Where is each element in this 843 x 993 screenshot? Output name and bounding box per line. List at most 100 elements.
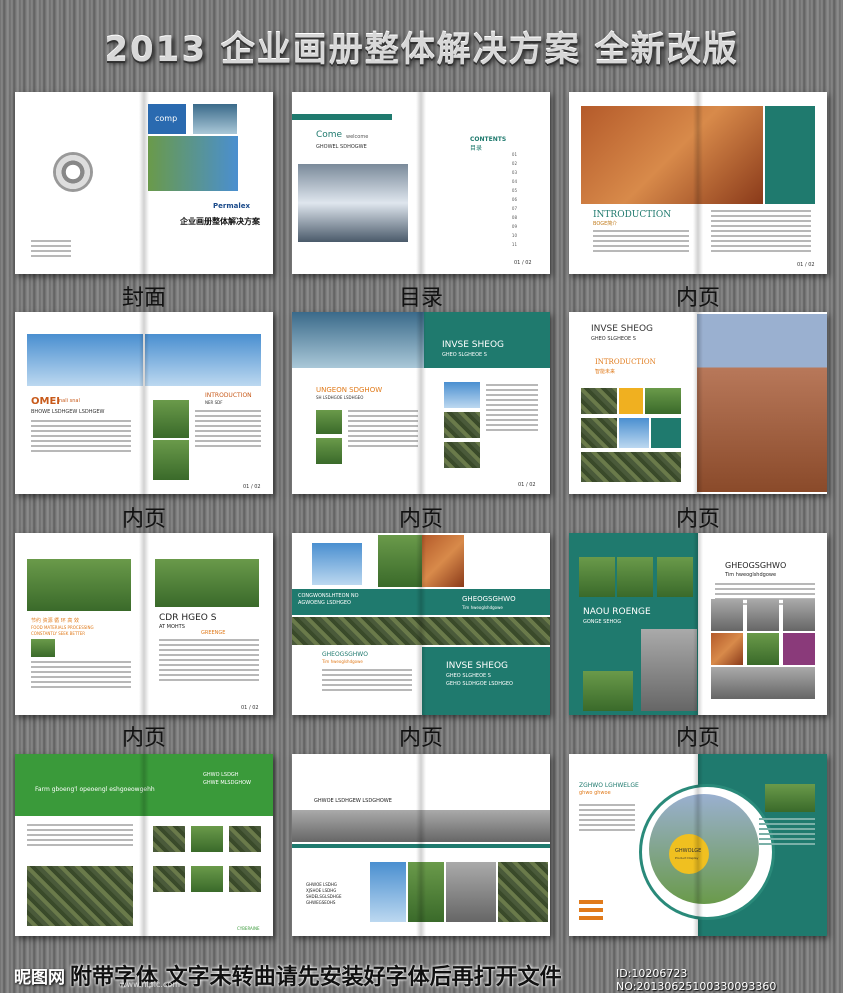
- p6-photo-grid2: [645, 388, 681, 414]
- p4-omei-sub: nali snal: [59, 398, 80, 404]
- p6-h1: INVSE SHEOG: [591, 324, 654, 334]
- p5-h1: INVSE SHEOG: [442, 340, 505, 350]
- toc-come: Come: [316, 130, 343, 140]
- p4-intro-sub: NER SDF: [205, 400, 223, 405]
- p8-h1-sub2: GEHO SLDHGOE LSDHGEO: [446, 681, 513, 687]
- p5-h1-sub: GHEO SLGHEOE S: [442, 352, 487, 358]
- p7-text: [31, 661, 131, 691]
- p4-photo-snowboard: [27, 334, 143, 386]
- p12-h1: ZGHWO LGHWELGE: [579, 782, 639, 789]
- p11-photo-a: [370, 862, 406, 922]
- p11-h2c: SHDELSGLSDHGE: [306, 894, 342, 899]
- p4-photo-small2: [153, 440, 189, 480]
- brochure-page6[interactable]: INVSE SHEOG GHEO SLGHEOE S INTRODUCTION …: [569, 312, 827, 494]
- intro-sub: BOGE简介: [593, 221, 618, 227]
- brochure-page9[interactable]: NAOU ROENGE GONGE SEHOG GHEOGSGHWO Tim h…: [569, 533, 827, 715]
- toc-come-sub: welcome: [346, 134, 369, 140]
- p4-page-number: 01 / 02: [243, 484, 261, 490]
- toc-contents-cn: 目录: [470, 145, 483, 152]
- brochure-cover[interactable]: comp Permalex 企业画册整体解决方案: [15, 92, 273, 274]
- p10-photo-c: [229, 826, 261, 852]
- p9-photo-small: [583, 671, 633, 711]
- caption-inner-7: 内页: [675, 726, 720, 751]
- intro-page-number: 01 / 02: [797, 262, 815, 268]
- brochure-page12[interactable]: GHWOLGE Product Display ZGHWO LGHWELGE g…: [569, 754, 827, 936]
- p4-text: [31, 420, 131, 455]
- p5-h2: UNGEON SDGHOW: [316, 386, 383, 394]
- p11-photo-b: [408, 862, 444, 922]
- cover-photo-grid: [148, 136, 238, 191]
- p8-h1: INVSE SHEOG: [446, 661, 509, 671]
- caption-cover: 封面: [121, 286, 166, 311]
- toc-item: 11: [511, 242, 517, 247]
- toc-item: 10: [511, 233, 517, 238]
- p5-photo-a: [316, 410, 342, 434]
- p5-h2-sub: SH LSDHGOE LSDHGEO: [316, 395, 364, 400]
- p9-photo-3: [657, 557, 693, 597]
- brochure-toc[interactable]: Come welcome GHOWEL SDHOGWE CONTENTS 目录 …: [292, 92, 550, 274]
- brochure-page8[interactable]: CONGWONSLHTEON NO AGWOENG LSDHGEO GHEOGS…: [292, 533, 550, 715]
- brochure-page5[interactable]: INVSE SHEOG GHEO SLGHEOE S UNGEON SDGHOW…: [292, 312, 550, 494]
- brochure-page11[interactable]: GHWOE LSDHGEW LSDGHOWE GHWOE LSDHG XJSHO…: [292, 754, 550, 936]
- p5-photo-e: [444, 442, 480, 468]
- p10-h1b: GHWE MLSDGHOW: [203, 780, 251, 786]
- p12-orange-bar2: [579, 908, 603, 912]
- toc-page-number: 01 / 02: [514, 260, 532, 266]
- p4-bhowe: BHOWE LSDHGEW LSDHGEW: [31, 409, 105, 415]
- brochure-page7[interactable]: 节约 资源 循 环 高 效 FOOD MATERIALS PROCESSING …: [15, 533, 273, 715]
- brochure-page10[interactable]: Farm gboeng'l opeoengl eshgoeowgehh GHWO…: [15, 754, 273, 936]
- p9-h2-sub: Tim hweoglshdgowe: [725, 572, 777, 578]
- intro-heading: INTRODUCTION: [593, 210, 672, 220]
- brochure-page4[interactable]: OMEI nali snal BHOWE LSDHGEW LSDHGEW INT…: [15, 312, 273, 494]
- p4-intro: INTRODUCTION: [205, 392, 252, 399]
- p10-map-text: Farm gboeng'l opeoengl eshgoeowgehh: [35, 786, 155, 793]
- watermark-site: 昵图网: [14, 968, 65, 988]
- caption-inner-4: 内页: [675, 507, 720, 532]
- cover-logo-text: comp: [155, 114, 178, 123]
- cover-brand: Permalex: [213, 202, 251, 210]
- caption-inner-3: 内页: [398, 507, 443, 532]
- p6-h1-sub: GHEO SLGHEOE S: [591, 336, 636, 342]
- p8-text: [322, 669, 412, 694]
- p11-photo-strip: [292, 810, 550, 842]
- p5-photo-d: [444, 412, 480, 438]
- watermark-id: ID:10206723 NO:20130625100330093360: [616, 967, 777, 993]
- p12-orange-bar3: [579, 916, 603, 920]
- p6-photo-canyon: [697, 314, 827, 492]
- p8-h1-sub: GHEO SLGHEOE S: [446, 673, 491, 679]
- caption-toc: 目录: [398, 286, 443, 311]
- p7-photo-small: [31, 639, 55, 657]
- page-title: 2013 企业画册整体解决方案 全新改版: [104, 30, 739, 70]
- p9-photo-grid2: [747, 599, 779, 631]
- p5-photo-b: [316, 438, 342, 464]
- p10-photo-e: [191, 866, 223, 892]
- caption-inner-6: 内页: [398, 726, 443, 751]
- p9-photo-grid3: [783, 599, 815, 631]
- p8-photo-2: [378, 535, 422, 587]
- p8-c2-sub: Tim hweoglshdgowe: [462, 605, 503, 610]
- toc-list: 01 02 03 04 05 06 07 08 09 10 11: [457, 152, 517, 251]
- p10-photo-a: [153, 826, 185, 852]
- p8-c3-sub: Tim hweoglshdgowe: [322, 659, 363, 664]
- p11-h1: GHWOE LSDHGEW LSDGHOWE: [314, 798, 392, 804]
- p11-h2b: XJSHOE LSDHG: [306, 888, 337, 893]
- toc-item: 06: [511, 197, 517, 202]
- p6-orange-block: [619, 388, 643, 414]
- p9-photo-grid6: [711, 667, 815, 699]
- p9-photo-big: [641, 629, 697, 711]
- p8-c2: GHEOGSGHWO: [462, 595, 516, 603]
- toc-item: 02: [511, 161, 517, 166]
- toc-sub: GHOWEL SDHOGWE: [316, 144, 367, 150]
- cover-heading: 企业画册整体解决方案: [180, 217, 260, 226]
- p12-orange-bar1: [579, 900, 603, 904]
- p7-photo-group: [27, 559, 131, 611]
- watermark-url: www.nipic.com: [120, 980, 181, 989]
- p9-photo-grid5: [747, 633, 779, 665]
- brochure-intro[interactable]: INTRODUCTION BOGE简介 01 / 02: [569, 92, 827, 274]
- p11-photo-c: [446, 862, 496, 922]
- p7-h1-sub: AT MOHTS: [159, 624, 185, 630]
- p7-h1-sub2: GREENGE: [201, 630, 226, 636]
- p10-photo-f: [229, 866, 261, 892]
- p6-photo-grid1: [581, 388, 617, 414]
- p9-purple-block: [783, 633, 815, 665]
